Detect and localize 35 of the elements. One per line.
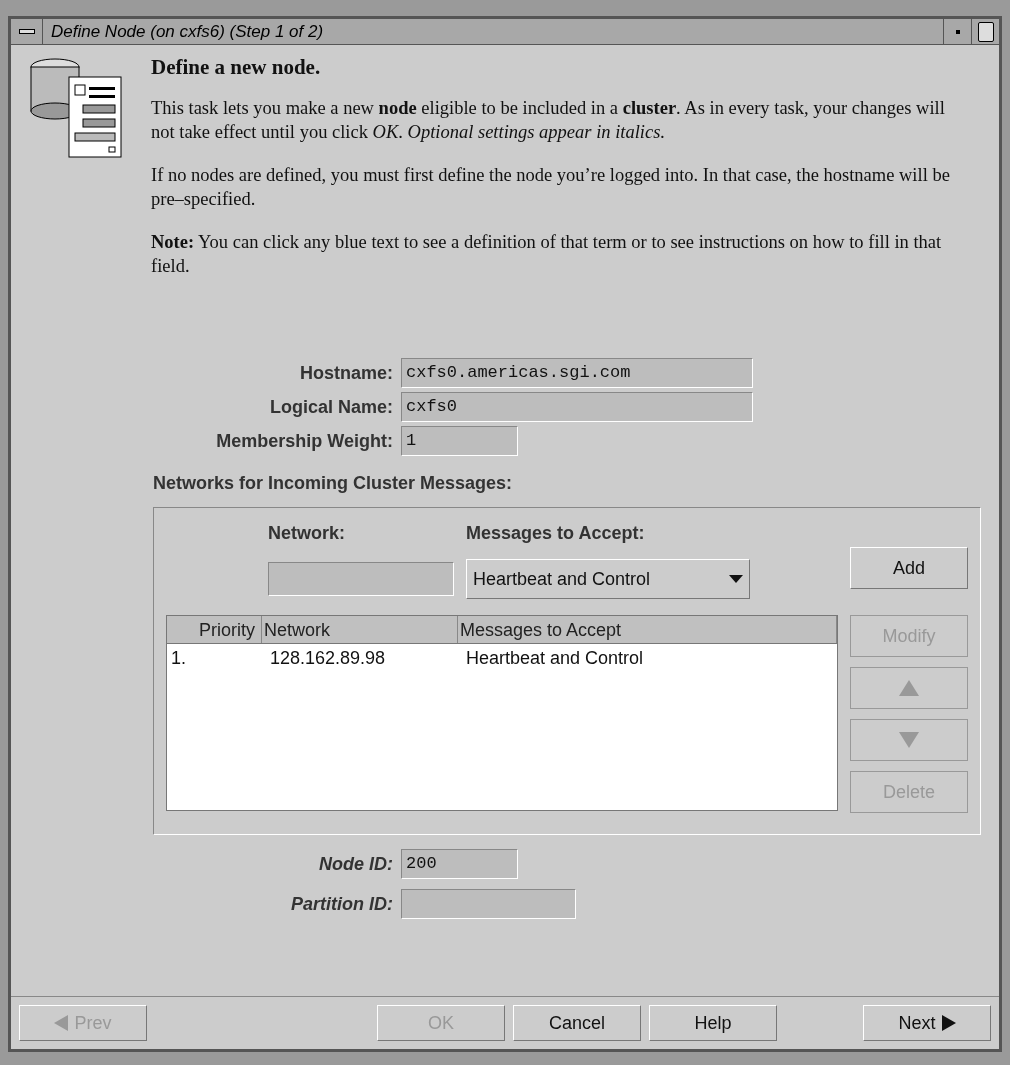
field-label: Partition ID: xyxy=(290,892,393,916)
up-arrow-icon xyxy=(899,680,919,696)
text-field[interactable]: 1 xyxy=(401,426,518,456)
field-label: Node ID: xyxy=(318,852,393,876)
network-field[interactable] xyxy=(268,562,454,596)
field-label: Hostname: xyxy=(299,361,393,385)
action-button[interactable]: Add xyxy=(850,547,968,589)
right-arrow-icon xyxy=(941,1015,956,1031)
text-field[interactable]: cxfs0.americas.sgi.com xyxy=(401,358,753,388)
paragraph: Note: You can click any blue text to see a definition of that term or to see instructions on how to fill in that field. xyxy=(151,231,943,278)
column-header[interactable]: Network xyxy=(262,616,458,643)
field-label: Logical Name: xyxy=(268,395,393,419)
text-field[interactable]: cxfs0 xyxy=(401,392,753,422)
text-field[interactable] xyxy=(401,889,576,919)
footer-button[interactable]: Help xyxy=(649,1005,777,1041)
table-cell-text: 1. xyxy=(170,647,187,670)
section-heading: Networks for Incoming Cluster Messages: xyxy=(153,472,514,495)
column-header[interactable]: Priority xyxy=(167,616,262,643)
table-cell-text: Heartbeat and Control xyxy=(465,647,645,670)
table-cell-text: 128.162.89.98 xyxy=(269,647,387,670)
paragraph: This task lets you make a new node eligible to be included in a cluster. As in every task, your changes will not take effect until you click OK. Optional settings appear in italics. xyxy=(151,97,946,144)
caret-icon xyxy=(729,575,743,583)
window-title: Define Node (on cxfs6) (Step 1 of 2) xyxy=(50,20,325,43)
messages-label: Messages to Accept: xyxy=(466,522,645,545)
footer-button[interactable]: Next xyxy=(863,1005,991,1041)
down-arrow-icon xyxy=(899,732,919,748)
paragraph: If no nodes are defined, you must first define the node you’re logged into. In that case, the hostname will be pre–specified. xyxy=(151,164,951,211)
heading: Define a new node. xyxy=(151,55,322,79)
field-label: Membership Weight: xyxy=(215,429,393,453)
footer-button[interactable]: Cancel xyxy=(513,1005,641,1041)
left-arrow-icon xyxy=(54,1015,69,1031)
text-field[interactable]: 200 xyxy=(401,849,518,879)
network-label: Network: xyxy=(268,522,346,545)
column-header[interactable]: Messages to Accept xyxy=(458,616,837,643)
messages-dropdown[interactable]: Heartbeat and Control xyxy=(466,559,750,599)
